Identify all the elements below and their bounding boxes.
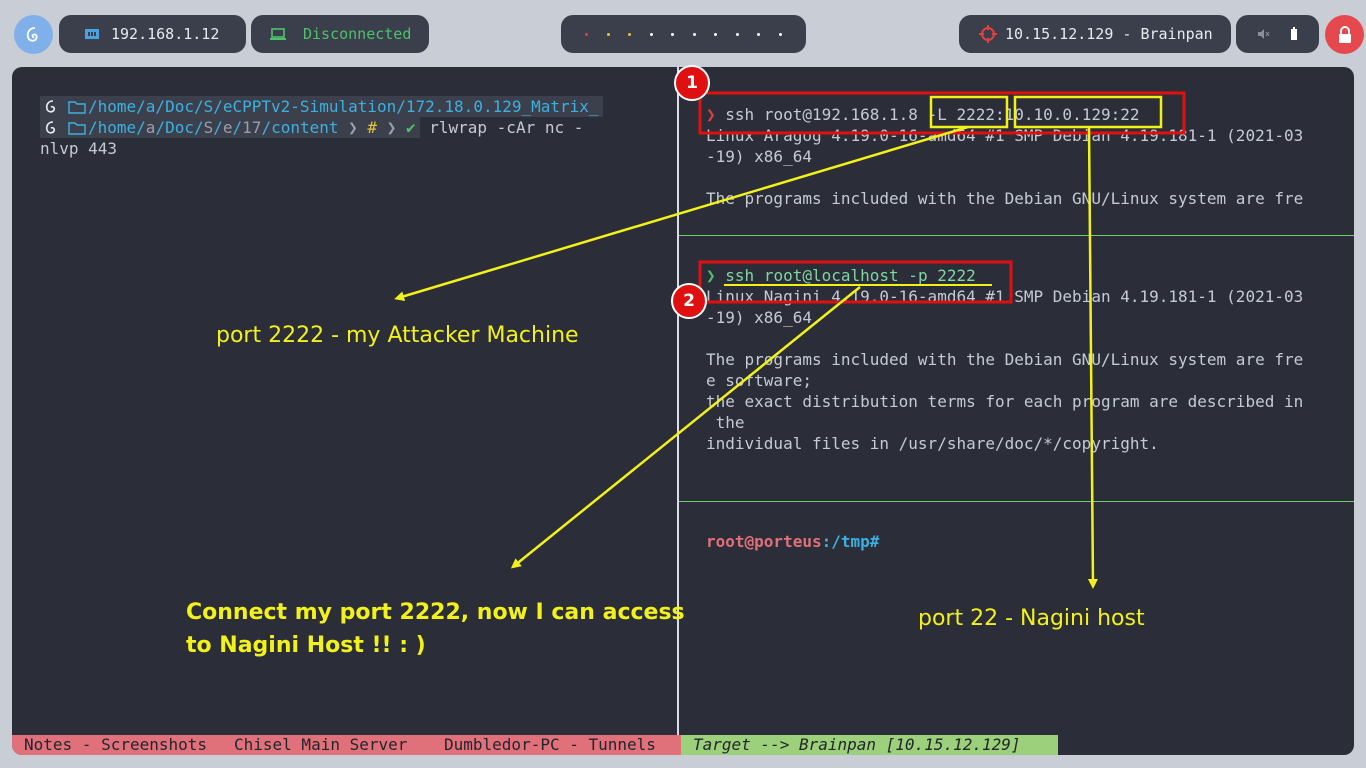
step-badge-2: 2 <box>671 283 707 319</box>
annotation-connect-line-2: to Nagini Host !! : ) <box>186 633 426 658</box>
annotation-port-2222: port 2222 - my Attacker Machine <box>216 323 579 348</box>
annotation-port-22: port 22 - Nagini host <box>918 606 1145 631</box>
highlight-box-yellow <box>929 95 1009 129</box>
arrow-to-nagini <box>1087 126 1098 589</box>
step-badge-1: 1 <box>674 65 710 101</box>
annotation-connect-line-1: Connect my port 2222, now I can access <box>186 600 685 625</box>
highlight-box-yellow <box>1013 95 1163 129</box>
arrow-to-attacker <box>394 125 969 302</box>
highlight-box-red <box>698 260 1013 304</box>
